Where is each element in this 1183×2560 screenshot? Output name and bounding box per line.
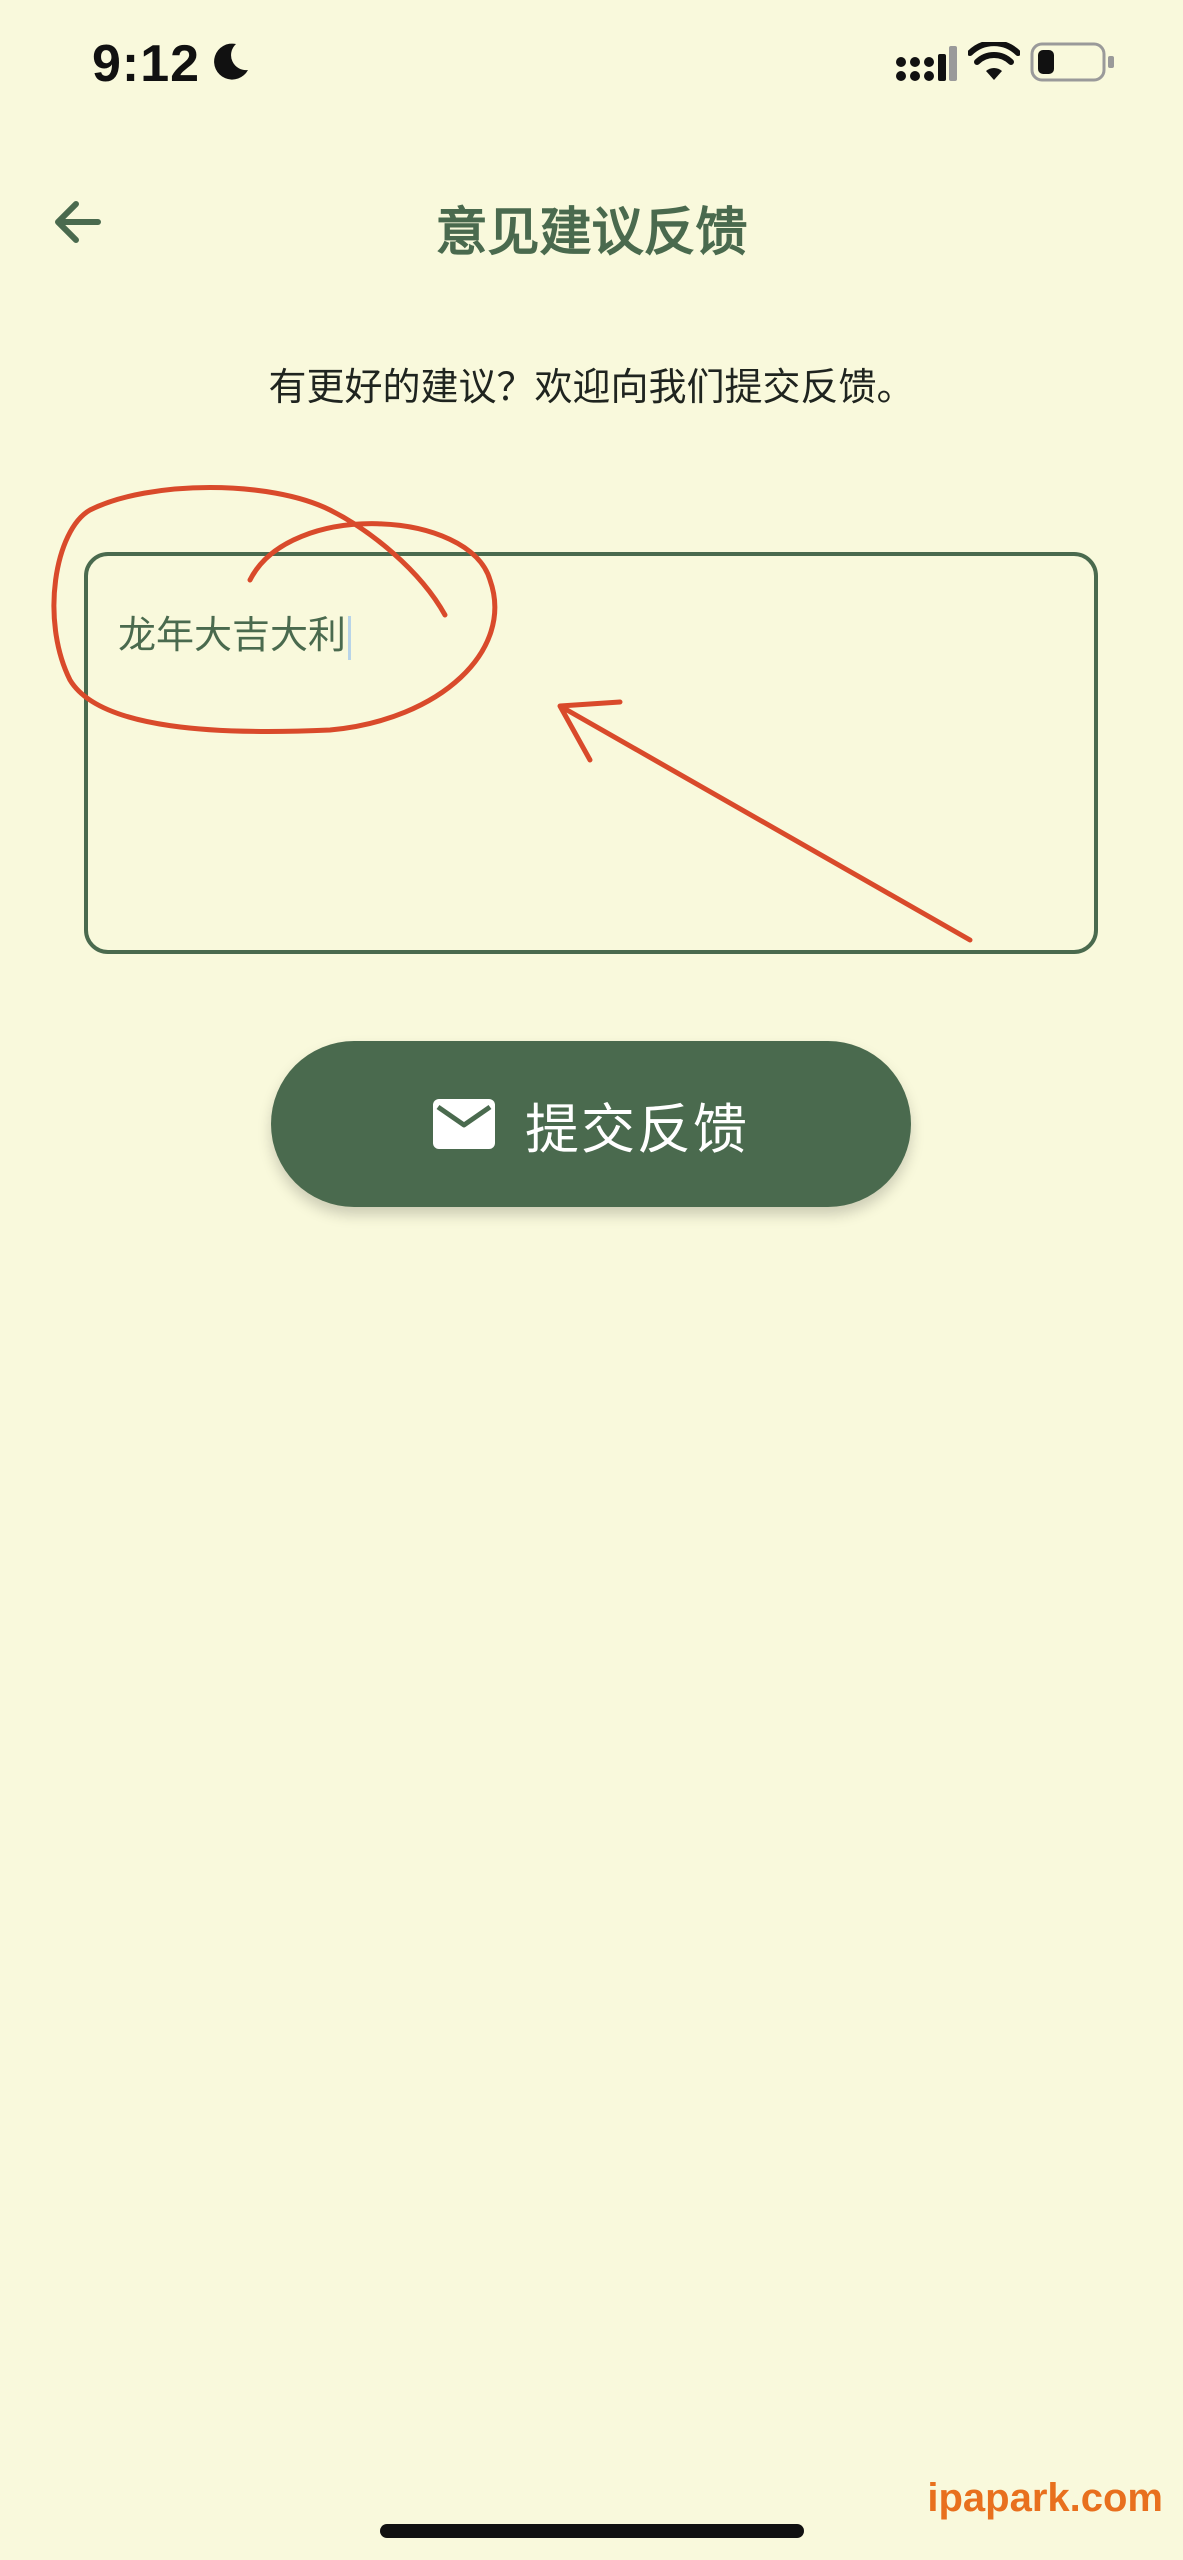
watermark: ipapark.com <box>927 2476 1163 2520</box>
page-title: 意见建议反馈 <box>435 203 748 263</box>
submit-feedback-button[interactable]: 提交反馈 <box>271 1041 911 1207</box>
signal-icon <box>896 46 957 81</box>
feedback-value: 龙年大吉大利 <box>118 613 347 657</box>
moon-icon <box>214 43 248 80</box>
subtitle: 有更好的建议？欢迎向我们提交反馈。 <box>268 365 915 409</box>
status-time: 9:12 <box>92 35 201 93</box>
home-indicator <box>380 2524 804 2538</box>
text-caret <box>348 615 352 660</box>
mail-icon <box>433 1099 495 1149</box>
feedback-input-box[interactable]: 龙年大吉大利 <box>84 552 1098 954</box>
feedback-textarea[interactable]: 龙年大吉大利 <box>118 604 1058 660</box>
status-bar: 9:12 <box>0 0 1183 130</box>
wifi-icon <box>968 42 1020 80</box>
submit-label: 提交反馈 <box>525 1097 749 1161</box>
battery-icon <box>1030 42 1114 82</box>
header: 意见建议反馈 <box>0 170 1183 270</box>
